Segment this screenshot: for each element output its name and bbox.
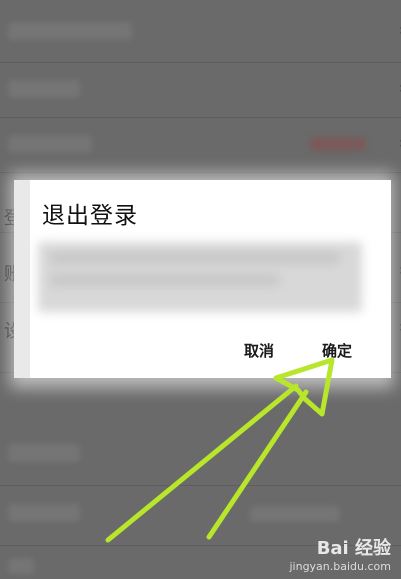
watermark-logo: Bai 经验 <box>316 538 391 559</box>
arrow-line-left <box>105 383 299 543</box>
annotation-arrows <box>105 357 335 543</box>
arrowhead-icon <box>273 357 335 417</box>
arrow-line-right <box>206 389 309 540</box>
watermark-url: jingyan.baidu.com <box>289 560 391 573</box>
watermark: Bai 经验 jingyan.baidu.com <box>289 534 391 573</box>
